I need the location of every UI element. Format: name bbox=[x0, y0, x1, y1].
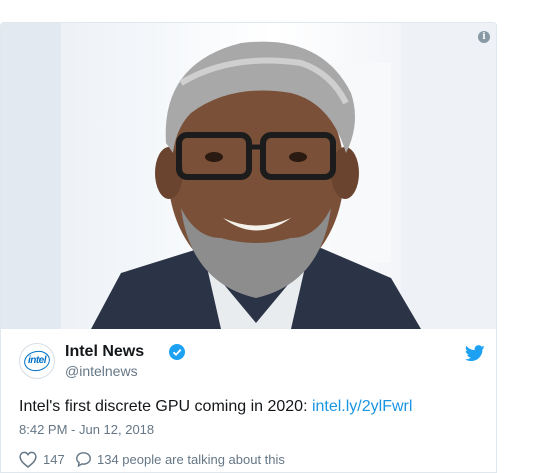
speech-bubble-icon[interactable] bbox=[75, 451, 92, 468]
tweet-photo[interactable]: i bbox=[1, 23, 496, 329]
tweet-body: Intel's first discrete GPU coming in 202… bbox=[19, 398, 312, 415]
embedded-tweet-card[interactable]: i intel Intel News @intelnews Intel's fi… bbox=[0, 22, 497, 473]
tweet-author[interactable]: intel Intel News @intelnews bbox=[19, 343, 489, 383]
tweet-link[interactable]: intel.ly/2ylFwrl bbox=[312, 398, 412, 415]
author-name[interactable]: Intel News bbox=[65, 343, 144, 361]
twitter-bird-icon[interactable] bbox=[465, 345, 485, 362]
heart-icon[interactable] bbox=[19, 451, 37, 468]
author-handle[interactable]: @intelnews bbox=[65, 363, 138, 379]
talking-count-link[interactable]: 134 people are talking about this bbox=[97, 452, 285, 467]
info-icon[interactable]: i bbox=[478, 31, 490, 43]
like-count[interactable]: 147 bbox=[43, 452, 65, 467]
verified-badge-icon bbox=[169, 344, 185, 360]
person-portrait-image bbox=[1, 23, 496, 329]
avatar-logo-text: intel bbox=[27, 355, 47, 366]
avatar[interactable]: intel bbox=[19, 343, 55, 379]
tweet-text: Intel's first discrete GPU coming in 202… bbox=[19, 398, 412, 416]
tweet-timestamp[interactable]: 8:42 PM - Jun 12, 2018 bbox=[19, 422, 154, 437]
